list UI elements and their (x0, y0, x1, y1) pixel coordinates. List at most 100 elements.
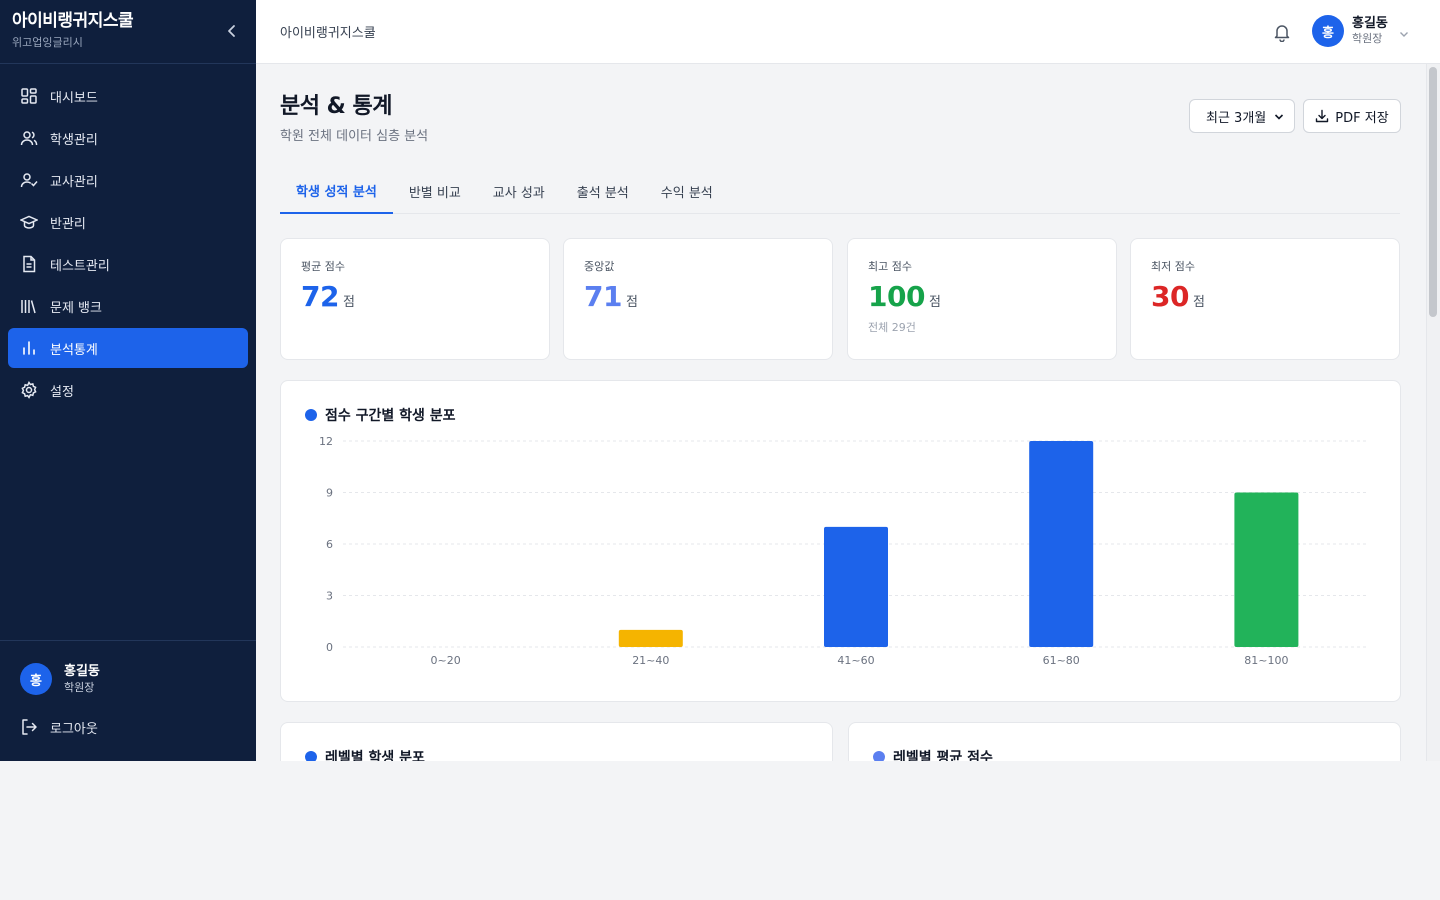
user-role: 학원장 (1352, 32, 1383, 45)
stat-label: 최저 점수 (1151, 260, 1195, 273)
brand-subtitle: 위고업잉글리시 (12, 36, 83, 49)
card-title-text: 레벨별 학생 분포 (325, 750, 425, 761)
page-subtitle: 학원 전체 데이터 심층 분석 (280, 129, 429, 144)
card-title-text: 레벨별 평균 점수 (893, 750, 993, 761)
brand-title: 아이비랭귀지스쿨 (12, 11, 134, 31)
period-select[interactable]: 최근 3개월 (1189, 99, 1295, 133)
stat-value: 72 (301, 280, 339, 313)
level-distribution-card: 레벨별 학생 분포 (280, 722, 833, 761)
sidebar: 아이비랭귀지스쿨 위고업잉글리시 대시보드 학생관리 교사관리 반관리 테스트관… (0, 0, 256, 761)
sidebar-nav: 대시보드 학생관리 교사관리 반관리 테스트관리 문제 뱅크 분석통계 설정 (0, 64, 256, 410)
sidebar-item-label: 문제 뱅크 (50, 300, 102, 316)
graduation-cap-icon (20, 213, 38, 231)
x-tick-label: 81~100 (1244, 654, 1288, 667)
bar (618, 629, 683, 647)
sidebar-item-label: 학생관리 (50, 132, 98, 148)
y-tick-label: 6 (326, 538, 333, 551)
sidebar-item-dashboard[interactable]: 대시보드 (8, 76, 248, 116)
y-tick-label: 12 (319, 435, 333, 448)
tab-revenue[interactable]: 수익 분석 (645, 169, 729, 214)
stat-card-min: 최저 점수 30 점 (1130, 238, 1400, 360)
gear-icon (20, 381, 38, 399)
scrollbar-thumb[interactable] (1429, 67, 1437, 317)
bell-icon[interactable] (1272, 22, 1292, 43)
level-average-card: 레벨별 평균 점수 (848, 722, 1401, 761)
top-bar: 아이비랭귀지스쿨 홍 홍길동 학원장 (256, 0, 1440, 64)
logout-label: 로그아웃 (50, 721, 98, 737)
dashboard-icon (20, 87, 38, 105)
library-icon (20, 297, 38, 315)
stat-label: 최고 점수 (868, 260, 912, 273)
stat-card-average: 평균 점수 72 점 (280, 238, 550, 360)
chevron-down-icon (1398, 25, 1410, 37)
stat-value: 30 (1151, 280, 1189, 313)
stat-label: 평균 점수 (301, 260, 345, 273)
pdf-save-button[interactable]: PDF 저장 (1303, 99, 1401, 133)
bar (1234, 492, 1299, 647)
logout-button[interactable]: 로그아웃 (0, 717, 256, 737)
card-title: 레벨별 학생 분포 (305, 747, 425, 761)
sidebar-item-teachers[interactable]: 교사관리 (8, 160, 248, 200)
logout-icon (20, 718, 38, 736)
tab-class-comparison[interactable]: 반별 비교 (393, 169, 477, 214)
user-name: 홍길동 (1352, 16, 1388, 31)
sidebar-item-label: 대시보드 (50, 90, 98, 106)
bar (1029, 441, 1094, 647)
stat-card-max: 최고 점수 100 점 전체 29건 (847, 238, 1117, 360)
y-tick-label: 0 (326, 641, 333, 654)
period-select-value: 최근 3개월 (1206, 110, 1267, 126)
avatar: 홍 (1312, 15, 1344, 47)
stat-card-median: 중앙값 71 점 (563, 238, 833, 360)
sidebar-footer: 홍 홍길동 학원장 로그아웃 (0, 640, 256, 737)
sidebar-item-label: 분석통계 (50, 342, 98, 358)
sidebar-item-students[interactable]: 학생관리 (8, 118, 248, 158)
users-icon (20, 129, 38, 147)
user-role: 학원장 (64, 680, 95, 694)
stat-unit: 점 (928, 295, 941, 310)
sidebar-item-settings[interactable]: 설정 (8, 370, 248, 410)
sidebar-item-analytics[interactable]: 분석통계 (8, 328, 248, 368)
y-tick-label: 3 (326, 590, 333, 603)
title-dot (873, 751, 885, 761)
score-distribution-card: 점수 구간별 학생 분포 0 3 6 9 12 0~20 21~40 41~60 61~80 81… (280, 380, 1401, 702)
chevron-down-icon (1274, 111, 1284, 121)
tab-attendance[interactable]: 출석 분석 (561, 169, 645, 214)
pdf-save-label: PDF 저장 (1335, 110, 1389, 126)
sidebar-user: 홍 홍길동 학원장 (0, 641, 256, 695)
tab-student-scores[interactable]: 학생 성적 분석 (280, 169, 393, 214)
stat-value: 71 (584, 280, 622, 313)
x-tick-label: 41~60 (837, 654, 874, 667)
analysis-tabs: 학생 성적 분석 반별 비교 교사 성과 출석 분석 수익 분석 (280, 169, 1400, 214)
x-tick-label: 61~80 (1043, 654, 1080, 667)
stat-unit: 점 (1192, 295, 1205, 310)
x-tick-label: 21~40 (632, 654, 669, 667)
sidebar-item-label: 반관리 (50, 216, 86, 232)
stat-value: 100 (868, 280, 925, 313)
x-tick-label: 0~20 (430, 654, 460, 667)
stat-note: 전체 29건 (868, 321, 916, 334)
user-menu[interactable]: 홍 홍길동 학원장 (1312, 15, 1410, 47)
sidebar-item-label: 교사관리 (50, 174, 98, 190)
card-title: 레벨별 평균 점수 (873, 747, 993, 761)
page-title: 분석 & 통계 (280, 94, 392, 119)
avatar: 홍 (20, 663, 52, 695)
y-tick-label: 9 (326, 487, 333, 500)
title-dot (305, 751, 317, 761)
app-window: 아이비랭귀지스쿨 위고업잉글리시 대시보드 학생관리 교사관리 반관리 테스트관… (0, 0, 1440, 761)
breadcrumb: 아이비랭귀지스쿨 (280, 26, 376, 41)
stat-unit: 점 (342, 295, 355, 310)
chevron-left-icon[interactable] (224, 22, 240, 40)
document-icon (20, 255, 38, 273)
brand-header: 아이비랭귀지스쿨 위고업잉글리시 (0, 0, 256, 64)
stat-label: 중앙값 (584, 260, 615, 273)
sidebar-item-label: 설정 (50, 384, 74, 400)
sidebar-item-question-bank[interactable]: 문제 뱅크 (8, 286, 248, 326)
tab-teacher-performance[interactable]: 교사 성과 (477, 169, 561, 214)
main-content: 분석 & 통계 학원 전체 데이터 심층 분석 최근 3개월 PDF 저장 학생… (256, 64, 1440, 761)
score-distribution-chart: 0 3 6 9 12 0~20 21~40 41~60 61~80 81~100 (319, 435, 1369, 667)
user-name: 홍길동 (64, 663, 100, 679)
sidebar-item-tests[interactable]: 테스트관리 (8, 244, 248, 284)
user-check-icon (20, 171, 38, 189)
download-icon (1315, 109, 1329, 123)
sidebar-item-classes[interactable]: 반관리 (8, 202, 248, 242)
